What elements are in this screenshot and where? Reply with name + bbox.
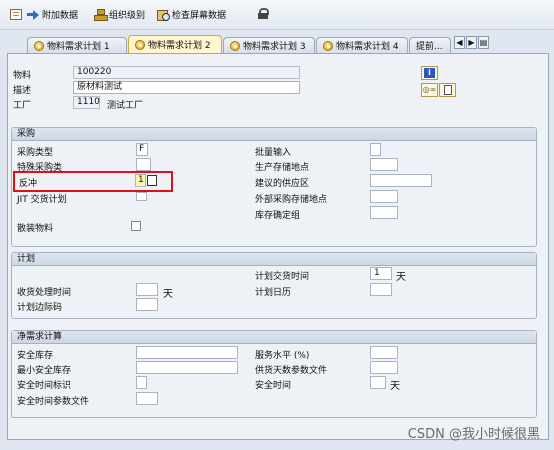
- procurement-title: 采购: [12, 128, 536, 141]
- check-screen-data-label: 检查屏幕数据: [172, 11, 227, 21]
- safety-time-profile-field[interactable]: [136, 392, 158, 405]
- plant-label: 工厂: [13, 101, 32, 111]
- special-procurement-field[interactable]: [136, 158, 151, 171]
- supply-area-label: 建议的供应区: [255, 179, 310, 189]
- append-data-button[interactable]: 附加数据: [27, 8, 78, 21]
- tab-status-icon: [34, 40, 44, 51]
- sched-margin-key-label: 计划边际码: [17, 303, 63, 313]
- arrow-right-icon: [27, 9, 39, 20]
- gr-processing-time-field[interactable]: [136, 283, 158, 296]
- material-label: 物料: [13, 71, 32, 81]
- tab-status-icon: [323, 40, 333, 51]
- org-levels-button[interactable]: 组织级别: [94, 8, 145, 21]
- external-storage-field[interactable]: [370, 190, 398, 203]
- tab-scroll-left-icon[interactable]: ◀: [454, 36, 465, 49]
- sched-margin-key-field[interactable]: [136, 298, 158, 311]
- tab-strip: 物料需求计划 1 物料需求计划 2 物料需求计划 3 物料需求计划 4 提前..…: [7, 35, 549, 53]
- tab-label: 物料需求计划 4: [336, 42, 399, 52]
- backflush-label: 反冲: [19, 179, 38, 189]
- gr-time-unit: 天: [163, 289, 173, 300]
- stock-det-group-label: 库存确定组: [255, 211, 301, 221]
- service-level-field[interactable]: [370, 346, 398, 359]
- document-button[interactable]: [439, 83, 456, 97]
- scheduling-group: 计划 收货处理时间 天 计划边际码 计划交货时间 1 天 计划日历: [11, 252, 537, 319]
- org-levels-label: 组织级别: [109, 11, 146, 21]
- batch-entry-label: 批量输入: [255, 148, 292, 158]
- description-label: 描述: [13, 86, 32, 96]
- safety-time-ind-label: 安全时间标识: [17, 381, 72, 391]
- bulk-material-label: 散装物料: [17, 224, 54, 234]
- safety-time-ind-field[interactable]: [136, 376, 147, 389]
- planning-calendar-field[interactable]: [370, 283, 392, 296]
- planned-delivery-label: 计划交货时间: [255, 272, 310, 282]
- org-structure-icon: [94, 9, 108, 21]
- tab-label: 物料需求计划 1: [47, 42, 110, 52]
- tab-mrp-1[interactable]: 物料需求计划 1: [27, 37, 127, 53]
- plant-name: 测试工厂: [107, 101, 144, 111]
- procurement-group: 采购 采购类型 F 特殊采购类 反冲 1 JIT 交货计划 散装物料 批量输入 …: [11, 127, 537, 247]
- jit-schedule-label: JIT 交货计划: [17, 195, 67, 205]
- safety-time-field[interactable]: [370, 376, 386, 389]
- value-help-icon[interactable]: [147, 175, 157, 186]
- production-storage-field[interactable]: [370, 158, 398, 171]
- min-safety-stock-field[interactable]: [136, 361, 238, 374]
- safety-stock-field[interactable]: [136, 346, 238, 359]
- material-info-button[interactable]: i: [421, 66, 438, 80]
- application-toolbar: 附加数据 组织级别 检查屏幕数据: [0, 0, 554, 30]
- lock-icon[interactable]: [257, 8, 269, 19]
- min-safety-stock-label: 最小安全库存: [17, 366, 72, 376]
- service-level-label: 服务水平 (%): [255, 351, 310, 361]
- scheduling-title: 计划: [12, 253, 536, 266]
- gr-processing-time-label: 收货处理时间: [17, 288, 72, 298]
- tab-forecast[interactable]: 提前...: [409, 37, 451, 53]
- tab-scroll-right-icon[interactable]: ▶: [466, 36, 477, 49]
- planned-delivery-field[interactable]: 1: [370, 267, 392, 280]
- plant-field[interactable]: 1110: [73, 96, 100, 109]
- backflush-field[interactable]: 1: [135, 174, 146, 187]
- tab-list-icon[interactable]: ▤: [478, 36, 489, 49]
- glasses-button[interactable]: ◎∞: [421, 83, 438, 97]
- document-icon[interactable]: [10, 9, 22, 20]
- watermark: CSDN @我小时候很黑: [407, 427, 540, 442]
- tab-mrp-3[interactable]: 物料需求计划 3: [223, 37, 315, 53]
- tab-label: 物料需求计划 2: [148, 41, 211, 51]
- tab-status-icon: [230, 40, 240, 51]
- procurement-type-label: 采购类型: [17, 148, 54, 158]
- append-data-label: 附加数据: [42, 11, 79, 21]
- batch-entry-field[interactable]: [370, 143, 381, 156]
- info-icon: i: [424, 68, 435, 78]
- safety-stock-label: 安全库存: [17, 351, 54, 361]
- planning-calendar-label: 计划日历: [255, 288, 292, 298]
- tab-content: 物料 100220 描述 原材料测试 工厂 1110 测试工厂 i ◎∞ 采购 …: [7, 53, 549, 440]
- check-screen-data-button[interactable]: 检查屏幕数据: [157, 8, 226, 21]
- tab-mrp-2[interactable]: 物料需求计划 2: [128, 35, 222, 53]
- safety-time-profile-label: 安全时间参数文件: [17, 397, 90, 407]
- glasses-icon: ◎∞: [422, 85, 437, 94]
- delivery-time-unit: 天: [396, 272, 406, 283]
- safety-time-unit: 天: [390, 381, 400, 392]
- coverage-profile-label: 供货天数参数文件: [255, 366, 328, 376]
- check-icon: [157, 9, 170, 21]
- bulk-material-checkbox[interactable]: [131, 221, 141, 231]
- net-requirements-title: 净需求计算: [12, 331, 536, 344]
- jit-schedule-field[interactable]: [136, 192, 147, 201]
- tab-label: 提前...: [416, 42, 443, 52]
- external-storage-label: 外部采购存储地点: [255, 195, 328, 205]
- description-field[interactable]: 原材料测试: [73, 81, 300, 94]
- page-icon: [444, 85, 452, 95]
- material-field[interactable]: 100220: [73, 66, 300, 79]
- supply-area-field[interactable]: [370, 174, 432, 187]
- tab-label: 物料需求计划 3: [243, 42, 306, 52]
- procurement-type-field[interactable]: F: [136, 143, 148, 156]
- tab-mrp-4[interactable]: 物料需求计划 4: [316, 37, 408, 53]
- coverage-profile-field[interactable]: [370, 361, 398, 374]
- net-requirements-group: 净需求计算 安全库存 最小安全库存 安全时间标识 安全时间参数文件 服务水平 (…: [11, 330, 537, 418]
- safety-time-label: 安全时间: [255, 381, 292, 391]
- production-storage-label: 生产存储地点: [255, 163, 310, 173]
- tab-status-icon: [135, 39, 145, 50]
- stock-det-group-field[interactable]: [370, 206, 398, 219]
